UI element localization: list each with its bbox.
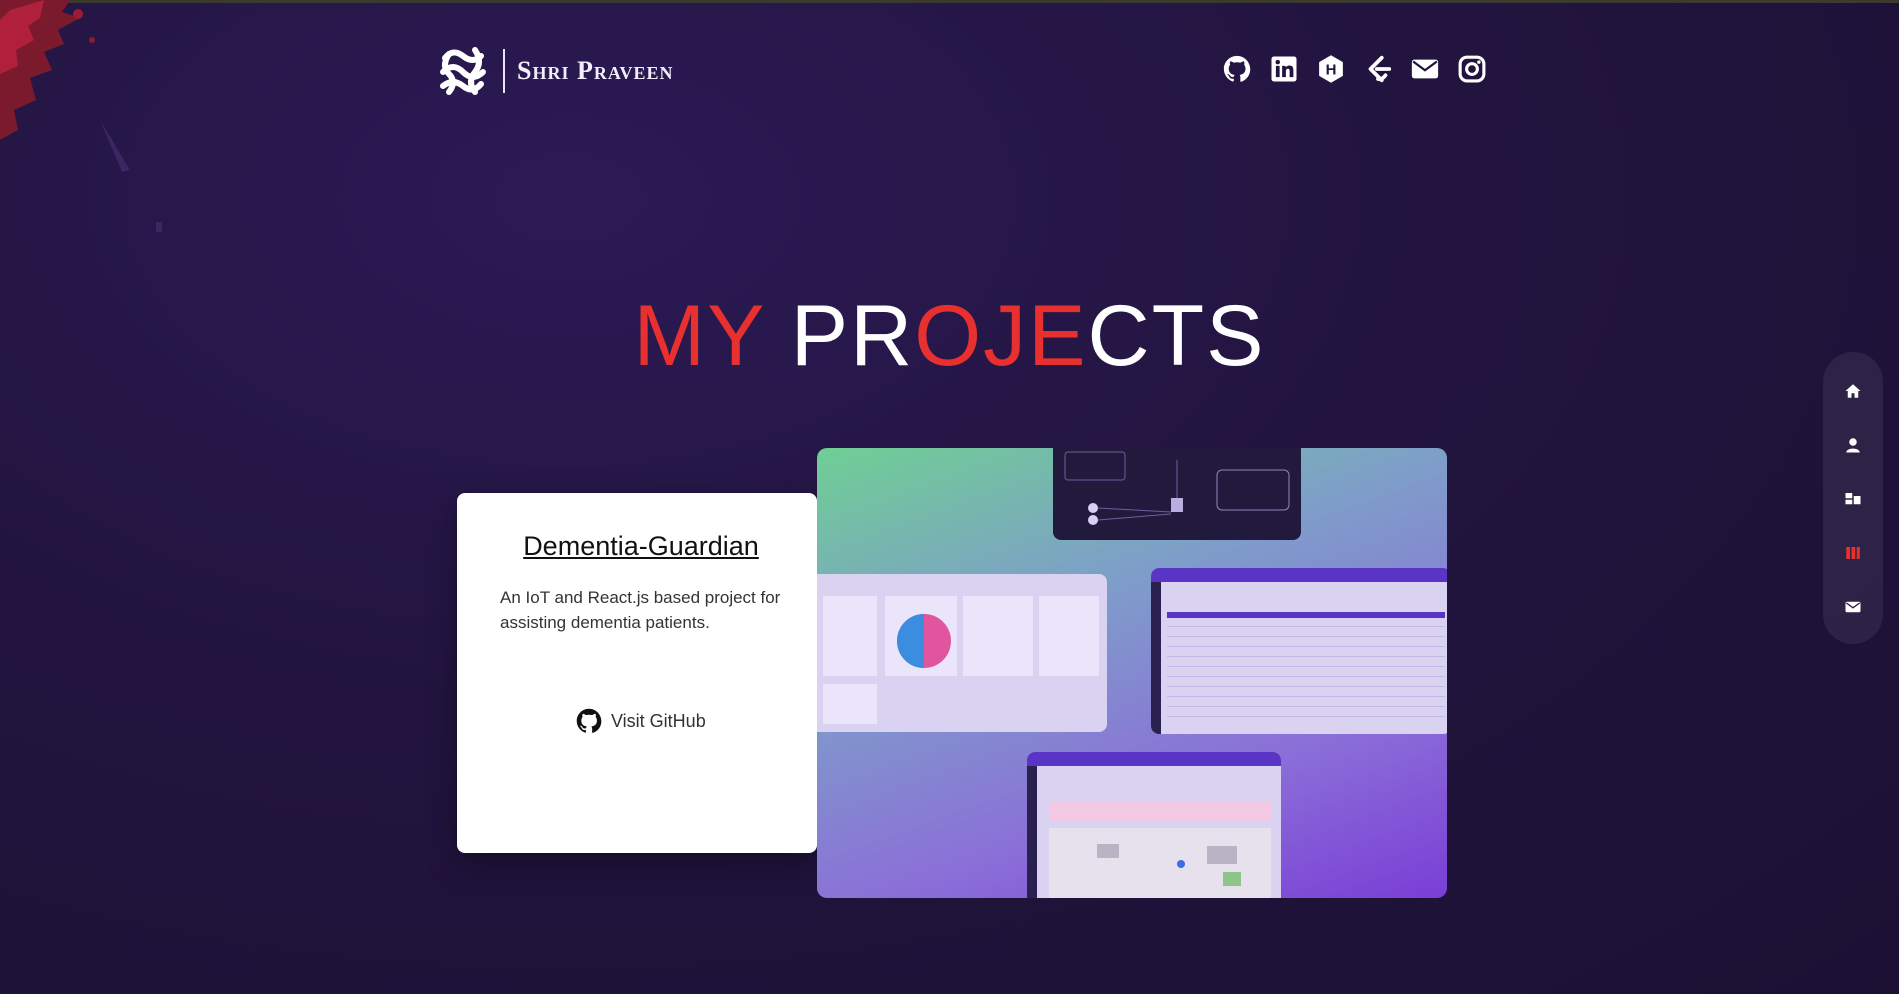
project-screenshot — [817, 448, 1447, 898]
nav-skills[interactable] — [1838, 484, 1868, 514]
github-icon[interactable] — [1222, 54, 1252, 84]
linkedin-icon[interactable] — [1269, 54, 1299, 84]
nav-about[interactable] — [1838, 430, 1868, 460]
home-icon — [1845, 384, 1861, 398]
paint-splash-decoration — [0, 0, 162, 232]
project-card: Dementia-Guardian An IoT and React.js ba… — [457, 493, 817, 853]
logo-knot-icon — [440, 47, 486, 95]
project-description: An IoT and React.js based project for as… — [500, 588, 781, 632]
mail-icon — [1845, 601, 1861, 613]
thumbnail-topbar — [1027, 752, 1281, 766]
leetcode-icon[interactable] — [1363, 54, 1393, 84]
hashnode-icon[interactable]: H — [1316, 54, 1346, 84]
visit-github-label: Visit GitHub — [611, 710, 706, 731]
nav-contact[interactable] — [1838, 592, 1868, 622]
title-part-1: MY — [633, 288, 765, 384]
email-icon[interactable] — [1410, 54, 1440, 84]
visit-github-link[interactable]: Visit GitHub — [575, 707, 706, 735]
side-navigation — [1823, 352, 1883, 644]
project-title-link[interactable]: Dementia-Guardian — [457, 531, 825, 562]
title-part-2: PR — [764, 288, 915, 384]
social-links: H — [1222, 54, 1487, 84]
title-part-4: CTS — [1087, 288, 1266, 384]
architecture-diagram-thumbnail — [1053, 448, 1301, 540]
thumbnail-topbar — [1151, 568, 1447, 582]
instagram-icon[interactable] — [1457, 54, 1487, 84]
github-icon — [576, 708, 602, 733]
alert-history-thumbnail — [1151, 568, 1447, 734]
section-title: MY PROJECTS — [0, 287, 1899, 386]
projects-icon — [1846, 547, 1860, 559]
top-border — [0, 0, 1899, 3]
nav-home[interactable] — [1838, 376, 1868, 406]
skills-icon — [1845, 493, 1861, 505]
map-tracking-thumbnail — [1027, 752, 1281, 898]
analytics-dashboard-thumbnail — [817, 574, 1107, 732]
logo-divider — [503, 49, 505, 93]
svg-text:H: H — [1326, 62, 1337, 79]
site-logo[interactable]: Shri Praveen — [433, 42, 674, 100]
nav-projects[interactable] — [1838, 538, 1868, 568]
title-part-3: OJE — [914, 288, 1088, 384]
user-icon — [1846, 438, 1860, 453]
logo-name: Shri Praveen — [517, 56, 674, 85]
